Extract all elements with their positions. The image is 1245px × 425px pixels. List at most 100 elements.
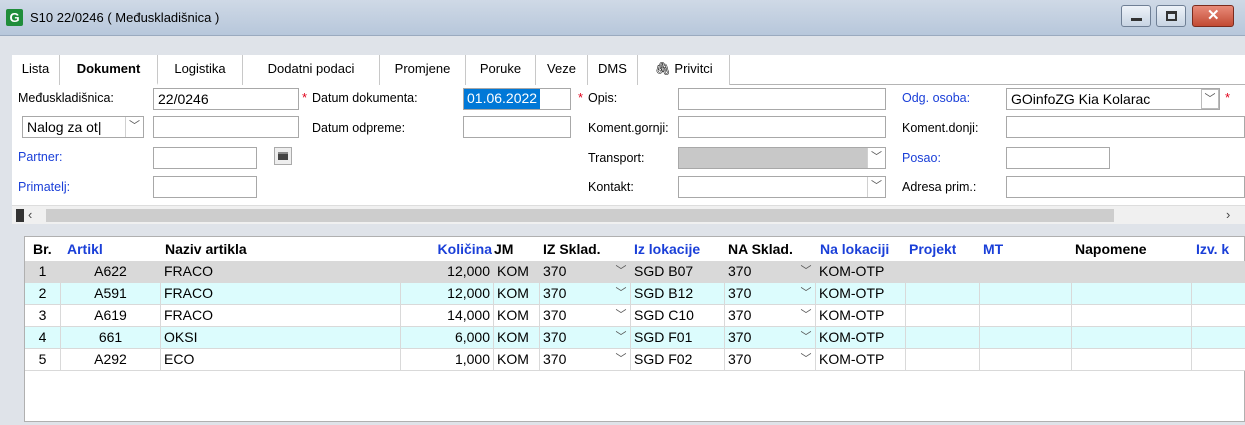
cell-iz-sklad[interactable]: 370 ﹀	[540, 327, 631, 349]
cell-kolicina[interactable]: 12,000	[401, 283, 494, 305]
chevron-down-icon[interactable]: ﹀	[798, 329, 814, 347]
cell-napomene[interactable]	[1072, 327, 1192, 349]
close-button[interactable]: ✕	[1192, 5, 1234, 27]
minimize-button[interactable]	[1121, 5, 1151, 27]
cell-br[interactable]: 4	[25, 327, 61, 349]
cell-br[interactable]: 1	[25, 261, 61, 283]
col-header-iz-sklad[interactable]: IZ Sklad.	[543, 237, 601, 261]
meduskladisnica-input[interactable]: 22/0246	[153, 88, 299, 110]
primatelj-link[interactable]: Primatelj:	[18, 180, 70, 194]
cell-na-sklad[interactable]: 370 ﹀	[725, 327, 816, 349]
cell-naziv[interactable]: FRACO	[161, 261, 401, 283]
cell-napomene[interactable]	[1072, 261, 1192, 283]
cell-napomene[interactable]	[1072, 283, 1192, 305]
chevron-down-icon[interactable]: ﹀	[613, 263, 629, 281]
col-header-naziv[interactable]: Naziv artikla	[165, 237, 247, 261]
cell-na-lokaciji[interactable]: KOM-OTP	[816, 261, 906, 283]
cell-mt[interactable]	[980, 349, 1072, 371]
partner-lookup-button[interactable]	[274, 147, 292, 165]
scroll-handle[interactable]	[16, 209, 24, 222]
cell-na-sklad[interactable]: 370 ﹀	[725, 283, 816, 305]
col-header-projekt[interactable]: Projekt	[909, 237, 956, 261]
chevron-down-icon[interactable]: ﹀	[867, 177, 885, 197]
cell-naziv[interactable]: FRACO	[161, 305, 401, 327]
table-row[interactable]: 3 A619 FRACO 14,000 KOM 370 ﹀ SGD C10 370 ﹀ KOM-OT…	[25, 305, 1245, 327]
tab-dms[interactable]: DMS	[588, 55, 638, 85]
cell-kolicina[interactable]: 1,000	[401, 349, 494, 371]
transport-select[interactable]: ﹀	[678, 147, 886, 169]
col-header-jm[interactable]: JM	[494, 237, 513, 261]
cell-artikl[interactable]: A619	[61, 305, 161, 327]
cell-projekt[interactable]	[906, 261, 980, 283]
cell-na-lokaciji[interactable]: KOM-OTP	[816, 327, 906, 349]
cell-izv[interactable]	[1192, 305, 1245, 327]
col-header-na-sklad[interactable]: NA Sklad.	[728, 237, 793, 261]
cell-artikl[interactable]: A622	[61, 261, 161, 283]
cell-artikl[interactable]: A292	[61, 349, 161, 371]
table-row[interactable]: 5 A292 ECO 1,000 KOM 370 ﹀ SGD F02 370 ﹀ KOM-OTP	[25, 349, 1245, 371]
table-row[interactable]: 4 661 OKSI 6,000 KOM 370 ﹀ SGD F01 370 ﹀ KOM-OTP	[25, 327, 1245, 349]
cell-naziv[interactable]: OKSI	[161, 327, 401, 349]
col-header-mt[interactable]: MT	[983, 237, 1003, 261]
maximize-button[interactable]	[1156, 5, 1186, 27]
cell-iz-sklad[interactable]: 370 ﹀	[540, 349, 631, 371]
opis-input[interactable]	[678, 88, 886, 110]
cell-jm[interactable]: KOM	[494, 261, 540, 283]
cell-na-sklad[interactable]: 370 ﹀	[725, 261, 816, 283]
cell-jm[interactable]: KOM	[494, 327, 540, 349]
chevron-down-icon[interactable]: ﹀	[867, 148, 885, 168]
tab-dodatni-podaci[interactable]: Dodatni podaci	[243, 55, 380, 85]
partner-input[interactable]	[153, 147, 257, 169]
cell-izv[interactable]	[1192, 349, 1245, 371]
chevron-down-icon[interactable]: ﹀	[1201, 89, 1219, 109]
col-header-br[interactable]: Br.	[33, 237, 52, 261]
tab-lista[interactable]: Lista	[12, 55, 60, 85]
posao-input[interactable]	[1006, 147, 1110, 169]
tab-logistika[interactable]: Logistika	[158, 55, 243, 85]
col-header-na-lokaciji[interactable]: Na lokaciji	[820, 237, 908, 261]
cell-br[interactable]: 3	[25, 305, 61, 327]
scroll-thumb[interactable]	[46, 209, 1114, 222]
cell-artikl[interactable]: 661	[61, 327, 161, 349]
cell-artikl[interactable]: A591	[61, 283, 161, 305]
cell-izv[interactable]	[1192, 261, 1245, 283]
col-header-izv[interactable]: Izv. k	[1196, 237, 1245, 261]
chevron-down-icon[interactable]: ﹀	[613, 307, 629, 325]
scroll-right-arrow-icon[interactable]: ›	[1226, 206, 1230, 224]
cell-projekt[interactable]	[906, 349, 980, 371]
cell-projekt[interactable]	[906, 305, 980, 327]
col-header-iz-lokacije[interactable]: Iz lokacije	[634, 237, 700, 261]
form-horizontal-scrollbar[interactable]: ‹ ›	[12, 205, 1245, 224]
cell-jm[interactable]: KOM	[494, 283, 540, 305]
partner-link[interactable]: Partner:	[18, 150, 62, 164]
scroll-left-arrow-icon[interactable]: ‹	[28, 206, 32, 224]
cell-iz-lokacije[interactable]: SGD C10	[631, 305, 725, 327]
cell-kolicina[interactable]: 6,000	[401, 327, 494, 349]
chevron-down-icon[interactable]: ﹀	[613, 285, 629, 303]
cell-iz-lokacije[interactable]: SGD F01	[631, 327, 725, 349]
cell-naziv[interactable]: ECO	[161, 349, 401, 371]
tab-poruke[interactable]: Poruke	[466, 55, 536, 85]
cell-iz-lokacije[interactable]: SGD B07	[631, 261, 725, 283]
col-header-napomene[interactable]: Napomene	[1075, 237, 1147, 261]
cell-jm[interactable]: KOM	[494, 349, 540, 371]
table-row[interactable]: 2 A591 FRACO 12,000 KOM 370 ﹀ SGD B12 370 ﹀ KOM-OT…	[25, 283, 1245, 305]
datum-odpreme-input[interactable]	[463, 116, 571, 138]
nalog-select[interactable]: Nalog za ot| ﹀	[22, 116, 144, 138]
kontakt-select[interactable]: ﹀	[678, 176, 886, 198]
chevron-down-icon[interactable]: ﹀	[798, 307, 814, 325]
cell-br[interactable]: 5	[25, 349, 61, 371]
col-header-kolicina[interactable]: Količina	[427, 237, 492, 261]
odg-osoba-select[interactable]: GOinfoZG Kia Kolarac ﹀	[1006, 88, 1220, 110]
tab-privitci[interactable]: 🖇 Privitci	[638, 55, 730, 85]
cell-na-sklad[interactable]: 370 ﹀	[725, 305, 816, 327]
cell-iz-lokacije[interactable]: SGD B12	[631, 283, 725, 305]
cell-mt[interactable]	[980, 283, 1072, 305]
cell-mt[interactable]	[980, 305, 1072, 327]
tab-dokument[interactable]: Dokument	[60, 55, 158, 85]
tab-veze[interactable]: Veze	[536, 55, 588, 85]
chevron-down-icon[interactable]: ﹀	[613, 351, 629, 369]
primatelj-input[interactable]	[153, 176, 257, 198]
title-bar[interactable]: G S10 22/0246 ( Međuskladišnica ) ✕	[0, 0, 1245, 36]
chevron-down-icon[interactable]: ﹀	[798, 285, 814, 303]
